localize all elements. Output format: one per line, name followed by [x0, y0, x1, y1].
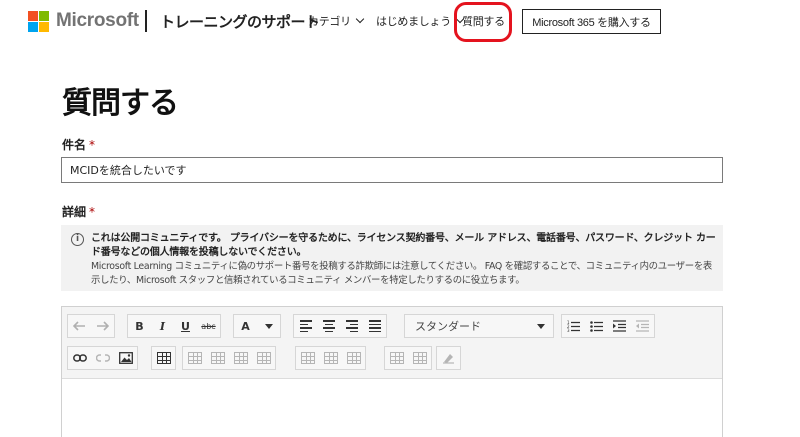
redo-icon	[97, 321, 109, 331]
font-color-dropdown[interactable]	[257, 315, 280, 337]
logo-text: Microsoft	[56, 10, 139, 31]
nav-label: はじめましょう	[376, 15, 451, 28]
insert-link-button[interactable]	[68, 347, 91, 369]
header-divider	[145, 10, 147, 32]
row-below-icon	[210, 352, 225, 364]
align-right-icon	[345, 320, 358, 332]
notice-bold-text: これは公開コミュニティです。 プライバシーを守るために、ライセンス契約番号、メー…	[91, 233, 716, 258]
details-label: 詳細 *	[62, 203, 95, 220]
table-group	[151, 346, 176, 370]
numbered-list-icon: 123	[567, 320, 580, 332]
alignment-group	[293, 314, 387, 338]
chevron-down-icon	[355, 14, 365, 24]
clear-formatting-icon	[443, 354, 454, 364]
table-row-group	[182, 346, 276, 370]
indent-button[interactable]	[608, 315, 631, 337]
nav-item-categories[interactable]: カテゴリ	[308, 13, 365, 29]
row-above-icon	[187, 352, 202, 364]
nav-item-ask-question[interactable]: 質問する	[462, 13, 505, 29]
editor-toolbar: B I U abc A スタンダード 1 2 3	[62, 307, 722, 379]
table-icon	[156, 352, 171, 364]
link-icon	[72, 354, 87, 362]
nav-item-get-started[interactable]: はじめましょう	[376, 13, 465, 29]
align-right-button[interactable]	[340, 315, 363, 337]
required-mark: *	[89, 138, 96, 152]
text-style-group: B I U abc	[127, 314, 221, 338]
strikethrough-button[interactable]: abc	[197, 315, 220, 337]
font-style-select[interactable]: スタンダード	[404, 314, 554, 338]
delete-row-icon	[300, 352, 315, 364]
subject-input[interactable]	[61, 157, 723, 183]
bulleted-list-button[interactable]	[585, 315, 608, 337]
notice-body-text: Microsoft Learning コミュニティに偽のサポート番号を投稿する詐…	[91, 261, 712, 286]
outdent-button[interactable]	[631, 315, 654, 337]
nav-label: カテゴリ	[308, 15, 351, 28]
delete-column-button[interactable]	[319, 347, 342, 369]
align-center-icon	[322, 320, 335, 332]
undo-icon	[73, 321, 85, 331]
align-left-button[interactable]	[294, 315, 317, 337]
redo-button[interactable]	[91, 315, 114, 337]
bold-button[interactable]: B	[128, 315, 151, 337]
bulleted-list-icon	[590, 321, 603, 332]
numbered-list-button[interactable]: 123	[562, 315, 585, 337]
delete-table-button[interactable]	[342, 347, 365, 369]
caret-down-icon	[537, 324, 545, 329]
font-color-button[interactable]: A	[234, 315, 257, 337]
svg-text:3: 3	[567, 328, 570, 332]
details-editor: B I U abc A スタンダード 1 2 3	[61, 306, 723, 437]
column-right-icon	[256, 352, 271, 364]
subject-label: 件名 *	[62, 136, 95, 153]
image-icon	[118, 352, 133, 364]
delete-table-icon	[346, 352, 361, 364]
unlink-icon	[95, 354, 110, 362]
insert-table-button[interactable]	[152, 347, 175, 369]
privacy-notice: i これは公開コミュニティです。 プライバシーを守るために、ライセンス契約番号、…	[61, 225, 723, 291]
microsoft-logo-icon	[28, 10, 49, 32]
microsoft-logo[interactable]: Microsoft	[28, 10, 139, 32]
split-cells-icon	[412, 352, 427, 364]
subject-label-text: 件名	[62, 138, 87, 152]
unlink-button[interactable]	[91, 347, 114, 369]
column-left-icon	[233, 352, 248, 364]
caret-down-icon	[264, 323, 273, 329]
font-color-group: A	[233, 314, 281, 338]
link-group	[67, 346, 138, 370]
site-title[interactable]: トレーニングのサポート	[160, 11, 320, 32]
undo-button[interactable]	[68, 315, 91, 337]
list-group: 123	[561, 314, 655, 338]
indent-icon	[613, 320, 626, 332]
merge-cells-button[interactable]	[385, 347, 408, 369]
insert-column-right-button[interactable]	[252, 347, 275, 369]
outdent-icon	[636, 320, 649, 332]
page-title: 質問する	[62, 86, 179, 121]
split-cells-button[interactable]	[408, 347, 431, 369]
table-merge-group	[384, 346, 432, 370]
insert-column-left-button[interactable]	[229, 347, 252, 369]
merge-cells-icon	[389, 352, 404, 364]
clear-format-group	[436, 346, 461, 370]
font-style-selected: スタンダード	[415, 320, 481, 333]
clear-formatting-button[interactable]	[437, 347, 460, 369]
align-center-button[interactable]	[317, 315, 340, 337]
insert-image-button[interactable]	[114, 347, 137, 369]
insert-row-below-button[interactable]	[206, 347, 229, 369]
details-label-text: 詳細	[62, 205, 87, 219]
align-justify-button[interactable]	[363, 315, 386, 337]
table-delete-group	[295, 346, 366, 370]
delete-column-icon	[323, 352, 338, 364]
delete-row-button[interactable]	[296, 347, 319, 369]
editor-content-area[interactable]	[62, 380, 722, 437]
italic-button[interactable]: I	[151, 315, 174, 337]
underline-button[interactable]: U	[174, 315, 197, 337]
required-mark: *	[89, 205, 96, 219]
site-header: Microsoft トレーニングのサポート カテゴリ はじめましょう 質問する …	[0, 0, 800, 44]
info-icon: i	[71, 233, 84, 246]
buy-microsoft-365-button[interactable]: Microsoft 365 を購入する	[522, 9, 661, 34]
history-group	[67, 314, 115, 338]
align-justify-icon	[368, 320, 381, 332]
insert-row-above-button[interactable]	[183, 347, 206, 369]
align-left-icon	[299, 320, 312, 332]
